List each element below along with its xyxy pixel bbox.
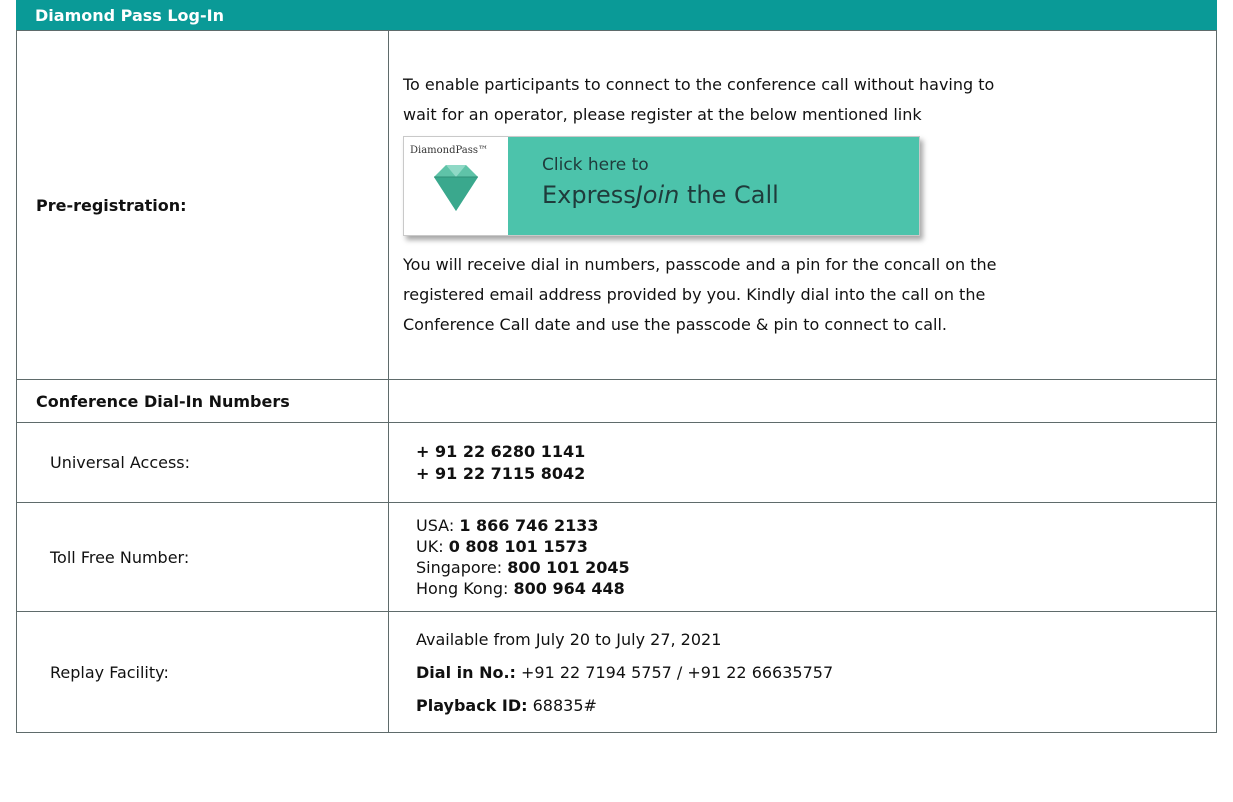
replay-label: Replay Facility: [50,662,169,682]
card-line-2: ExpressJoin the Call [542,181,919,209]
panel-title: Diamond Pass Log-In [35,5,224,25]
dial-in-title: Conference Dial-In Numbers [16,379,389,423]
express-join-text: Click here to ExpressJoin the Call [508,137,919,235]
after-line-2: registered email address provided by you… [403,285,986,304]
toll-country: Hong Kong: [416,579,514,598]
toll-free-label: Toll Free Number: [50,547,190,567]
card-line-2a: Express [542,181,636,209]
universal-label-cell: Universal Access: [16,422,389,503]
panel-header: Diamond Pass Log-In [16,0,1217,30]
toll-country: UK: [416,537,449,556]
replay-dial-value: +91 22 7194 5757 / +91 22 66635757 [515,662,834,682]
replay-playback-line: Playback ID: 68835# [389,689,1216,722]
card-line-2b: Join [635,181,680,209]
toll-row-singapore: Singapore: 800 101 2045 [389,557,1216,578]
replay-label-cell: Replay Facility: [16,611,389,733]
replay-playback-label: Playback ID: [416,695,528,715]
universal-number-2: + 91 22 7115 8042 [416,463,586,483]
toll-country: Singapore: [416,558,508,577]
universal-label: Universal Access: [50,453,191,472]
info-table: Pre-registration: To enable participants… [16,30,1217,733]
universal-number-1: + 91 22 6280 1141 [416,441,586,461]
toll-country: USA: [416,516,460,535]
dial-in-empty [388,379,1217,423]
toll-row-uk: UK: 0 808 101 1573 [389,536,1216,557]
universal-numbers: + 91 22 6280 1141 + 91 22 7115 8042 [388,422,1217,503]
card-line-1: Click here to [542,155,649,175]
diamond-icon [434,165,478,211]
after-line-3: Conference Call date and use the passcod… [403,315,948,334]
toll-number: 800 964 448 [513,579,625,598]
express-join-button[interactable]: DiamondPass™ Click here to ExpressJoin t… [403,136,920,236]
universal-row: Universal Access: + 91 22 6280 1141 + 91… [16,422,1217,503]
pre-registration-row: Pre-registration: To enable participants… [16,30,1217,380]
toll-free-label-cell: Toll Free Number: [16,502,389,612]
card-line-2c: the Call [679,181,779,209]
toll-row-hongkong: Hong Kong: 800 964 448 [389,578,1216,599]
intro-line-2: wait for an operator, please register at… [403,105,922,124]
pre-registration-content: To enable participants to connect to the… [388,30,1217,380]
toll-number: 1 866 746 2133 [459,516,599,535]
replay-dial-line: Dial in No.: +91 22 7194 5757 / +91 22 6… [389,656,1216,689]
intro-line-1: To enable participants to connect to the… [403,75,995,94]
replay-row: Replay Facility: Available from July 20 … [16,611,1217,733]
toll-number: 0 808 101 1573 [448,537,588,556]
replay-playback-value: 68835# [527,695,597,715]
toll-free-numbers: USA: 1 866 746 2133 UK: 0 808 101 1573 S… [388,502,1217,612]
replay-availability: Available from July 20 to July 27, 2021 [416,629,722,649]
diamond-pass-panel: Diamond Pass Log-In Pre-registration: To… [16,0,1217,733]
after-line-1: You will receive dial in numbers, passco… [403,255,997,274]
pre-registration-label: Pre-registration: [16,30,389,380]
toll-number: 800 101 2045 [507,558,630,577]
toll-row-usa: USA: 1 866 746 2133 [389,515,1216,536]
replay-dial-label: Dial in No.: [416,662,516,682]
toll-free-row: Toll Free Number: USA: 1 866 746 2133 UK… [16,502,1217,612]
replay-details: Available from July 20 to July 27, 2021 … [388,611,1217,733]
dial-in-title-row: Conference Dial-In Numbers [16,379,1217,423]
diamondpass-logo: DiamondPass™ [404,137,508,235]
